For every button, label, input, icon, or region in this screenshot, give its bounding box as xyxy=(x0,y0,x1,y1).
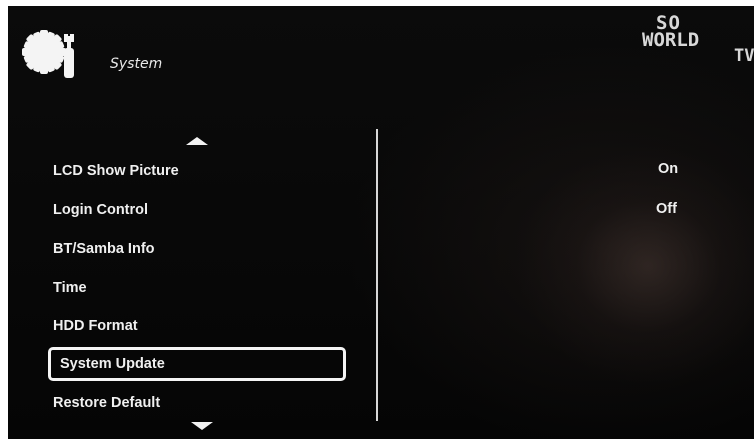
menu-item-lcd-show-picture[interactable]: LCD Show Picture xyxy=(46,156,351,186)
value-login-control: Off xyxy=(656,201,677,217)
tv-screen: System SO WORLD TV LCD Show Picture Logi… xyxy=(8,6,754,439)
menu-item-hdd-format[interactable]: HDD Format xyxy=(46,311,351,341)
menu-header: System xyxy=(22,26,222,86)
menu-item-time[interactable]: Time xyxy=(46,273,351,303)
value-lcd-show-picture: On xyxy=(658,161,679,177)
page-title: System xyxy=(110,56,163,72)
scroll-up-icon[interactable] xyxy=(186,137,208,145)
brand-logo: SO WORLD TV xyxy=(642,12,754,66)
scroll-down-icon[interactable] xyxy=(191,422,213,430)
menu-item-bt-samba-info[interactable]: BT/Samba Info xyxy=(46,234,351,264)
menu-item-login-control[interactable]: Login Control xyxy=(46,195,351,225)
menu-item-restore-default[interactable]: Restore Default xyxy=(46,388,351,418)
menu-item-system-update[interactable]: System Update xyxy=(48,347,346,381)
gear-wrench-icon xyxy=(22,30,74,78)
panel-divider xyxy=(376,129,378,421)
